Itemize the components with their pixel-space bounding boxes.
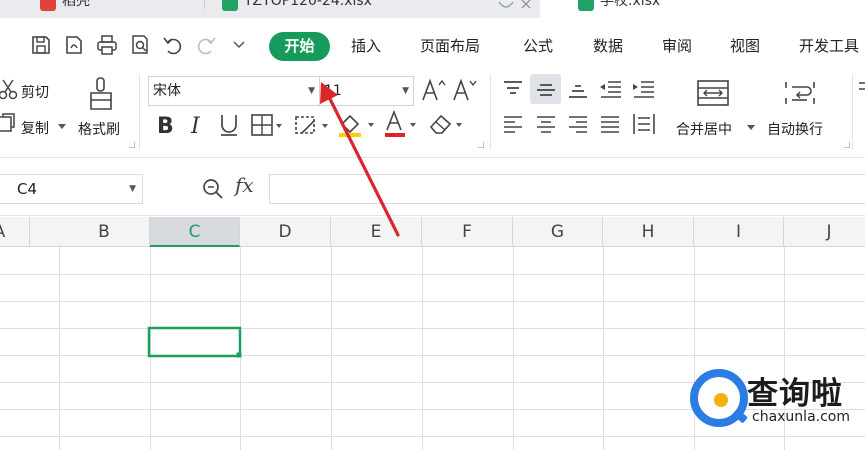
ribbon-toolbar: 剪切 复制 格式刷 宋体 ▼ 11 ▼ B I 合并居中 自动换行	[0, 68, 865, 158]
font-color-icon[interactable]	[383, 110, 423, 138]
tab-tztop-workbook[interactable]: TZTOP120-24.xlsx	[204, 0, 372, 17]
column-header-row: A B C D E F G H I J	[0, 217, 865, 247]
name-box[interactable]: C4 ▼	[0, 174, 143, 204]
chevron-down-icon: ▼	[402, 86, 409, 96]
font-settings-icon[interactable]	[478, 142, 484, 148]
distributed-align-icon[interactable]	[631, 112, 657, 136]
column-header-f[interactable]: F	[422, 217, 513, 247]
column-header-c[interactable]: C	[150, 217, 240, 247]
format-painter-icon[interactable]	[86, 76, 116, 112]
decrease-font-size-icon[interactable]	[452, 78, 478, 102]
align-middle-button[interactable]	[530, 74, 561, 104]
selected-cell-c4[interactable]	[147, 326, 242, 358]
column-header-b[interactable]: B	[59, 217, 150, 247]
italic-icon[interactable]: I	[188, 113, 206, 137]
zoom-search-icon[interactable]	[201, 177, 225, 201]
print-icon[interactable]	[96, 34, 118, 56]
tab-label: 稻壳	[62, 0, 90, 9]
tab-formulas[interactable]: 公式	[523, 34, 553, 58]
decrease-indent-icon[interactable]	[598, 78, 624, 100]
tab-home[interactable]: 开始	[269, 32, 330, 61]
align-center-icon[interactable]	[534, 114, 558, 136]
justify-icon[interactable]	[598, 114, 622, 136]
cloud-sync-icon[interactable]	[496, 0, 516, 10]
column-header-e[interactable]: E	[331, 217, 422, 247]
formula-bar: C4 ▼ fx	[0, 158, 865, 216]
menu-bar: 开始 插入 页面布局 公式 数据 审阅 视图 开发工具	[0, 18, 865, 68]
tab-developer-tools[interactable]: 开发工具	[799, 34, 859, 58]
align-left-icon[interactable]	[501, 114, 525, 136]
chevron-down-icon: ▼	[308, 86, 315, 96]
column-header-h[interactable]: H	[603, 217, 694, 247]
merge-center-icon[interactable]	[696, 78, 730, 108]
svg-text:I: I	[190, 114, 201, 137]
tab-label: 学校.xlsx	[600, 0, 661, 9]
scissors-icon[interactable]	[0, 78, 20, 102]
font-name-select[interactable]: 宋体 ▼	[148, 76, 320, 106]
document-tab-bar: 稻壳 TZTOP120-24.xlsx 学校.xlsx	[0, 0, 865, 18]
tab-docer[interactable]: 稻壳	[28, 0, 90, 17]
redo-icon[interactable]	[195, 34, 217, 56]
tab-page-layout[interactable]: 页面布局	[420, 34, 480, 58]
undo-icon[interactable]	[162, 34, 184, 56]
bold-icon[interactable]: B	[155, 113, 175, 137]
alignment-settings-icon[interactable]	[844, 142, 850, 148]
align-bottom-icon[interactable]	[566, 78, 590, 100]
svg-text:B: B	[157, 114, 174, 137]
tab-label: TZTOP120-24.xlsx	[244, 0, 372, 9]
column-header-a[interactable]: A	[0, 217, 30, 247]
cell-reference: C4	[17, 180, 38, 198]
column-header-d[interactable]: D	[240, 217, 331, 247]
watermark-logo-dot	[714, 393, 728, 407]
insert-function-button[interactable]: fx	[235, 173, 254, 197]
merge-center-button[interactable]: 合并居中	[676, 119, 732, 139]
font-name-value: 宋体	[153, 83, 181, 99]
customize-toolbar-chevron-icon[interactable]	[233, 40, 255, 62]
font-size-select[interactable]: 11 ▼	[320, 76, 414, 106]
watermark-title: 查询啦	[747, 376, 843, 412]
increase-font-size-icon[interactable]	[421, 78, 447, 102]
column-header-g[interactable]: G	[513, 217, 603, 247]
copy-dropdown-chevron-icon[interactable]	[58, 124, 66, 130]
tab-data[interactable]: 数据	[593, 34, 623, 58]
increase-indent-icon[interactable]	[631, 78, 657, 100]
output-pdf-icon[interactable]	[63, 34, 85, 56]
clipboard-settings-icon[interactable]	[129, 142, 135, 148]
number-format-partial-icon[interactable]	[857, 80, 865, 102]
align-top-icon[interactable]	[501, 78, 525, 100]
copy-icon[interactable]	[0, 112, 17, 134]
docer-icon	[40, 0, 56, 11]
spreadsheet-icon	[222, 0, 238, 11]
cut-button[interactable]: 剪切	[21, 82, 49, 102]
watermark-url: chaxunla.com	[752, 409, 850, 425]
copy-button[interactable]: 复制	[21, 118, 49, 138]
column-header-i[interactable]: I	[694, 217, 784, 247]
underline-icon[interactable]	[218, 113, 240, 137]
wrap-text-button[interactable]: 自动换行	[767, 119, 823, 139]
clear-format-icon[interactable]	[428, 112, 466, 136]
tab-school-workbook[interactable]: 学校.xlsx	[566, 0, 660, 17]
save-icon[interactable]	[30, 34, 52, 56]
chevron-down-icon: ▼	[129, 184, 136, 194]
align-middle-icon	[537, 84, 555, 96]
tab-insert[interactable]: 插入	[351, 34, 381, 58]
merge-dropdown-chevron-icon[interactable]	[747, 125, 755, 131]
align-right-icon[interactable]	[566, 114, 590, 136]
spreadsheet-icon	[578, 0, 594, 11]
close-tab-icon[interactable]	[521, 0, 531, 10]
tab-review[interactable]: 审阅	[662, 34, 692, 58]
format-painter-button[interactable]: 格式刷	[78, 119, 120, 139]
tab-view[interactable]: 视图	[730, 34, 760, 58]
fill-color-icon[interactable]	[337, 110, 377, 138]
borders-icon[interactable]	[250, 113, 284, 137]
print-preview-icon[interactable]	[129, 34, 151, 56]
column-header-j[interactable]: J	[784, 217, 865, 247]
menu-toggle-icon[interactable]	[0, 38, 14, 60]
cell-fill-pattern-icon[interactable]	[294, 113, 330, 137]
font-size-value: 11	[324, 83, 342, 99]
formula-input[interactable]	[269, 174, 865, 204]
fill-handle[interactable]	[236, 352, 242, 358]
wrap-text-icon[interactable]	[783, 78, 817, 108]
